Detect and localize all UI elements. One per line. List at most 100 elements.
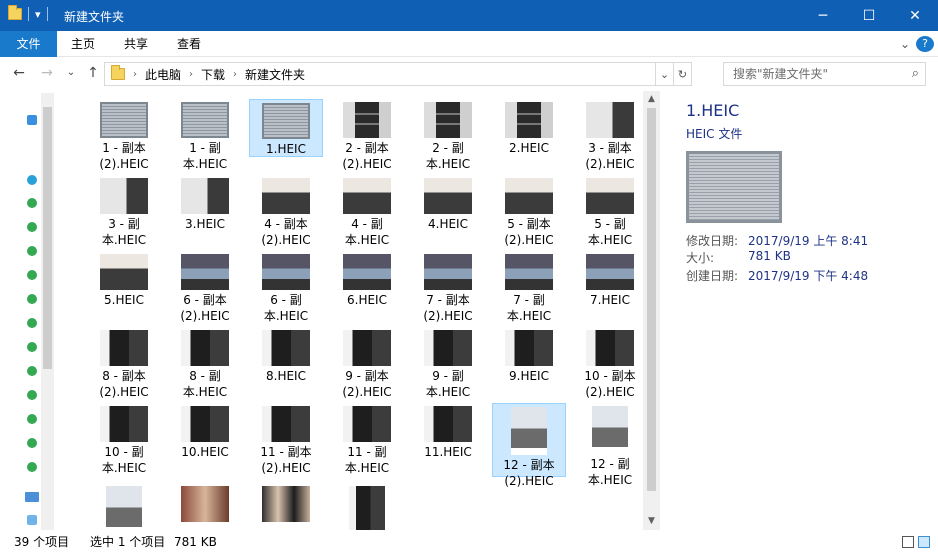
- address-bar[interactable]: › 此电脑 › 下载 › 新建文件夹 ⌄ ↻: [104, 62, 692, 86]
- file-item[interactable]: 5 - 副本 (2).HEIC: [492, 175, 566, 249]
- up-button[interactable]: ↑: [84, 65, 102, 81]
- tab-home[interactable]: 主页: [62, 31, 104, 57]
- file-item[interactable]: 1.HEIC: [249, 99, 323, 157]
- details-pane: 1.HEIC HEIC 文件 修改日期: 2017/9/19 上午 8:41 大…: [676, 91, 938, 530]
- search-input[interactable]: 搜索"新建文件夹" ⌕: [723, 62, 926, 86]
- file-item[interactable]: 8.HEIC: [249, 327, 323, 401]
- customize-toolbar-button[interactable]: ▾: [35, 8, 41, 21]
- back-button[interactable]: ←: [10, 65, 28, 81]
- file-item[interactable]: [249, 483, 323, 530]
- file-thumbnail: [100, 178, 148, 214]
- file-item[interactable]: 5 - 副本.HEIC: [573, 175, 643, 249]
- view-switcher: [902, 536, 930, 548]
- scroll-up-icon[interactable]: ▲: [643, 91, 660, 108]
- file-thumbnail: [181, 254, 229, 290]
- file-grid[interactable]: 1 - 副本 (2).HEIC 1 - 副本.HEIC 1.HEIC 2 - 副本 (…: [75, 91, 643, 530]
- file-item[interactable]: 12 - 副本.HEIC: [573, 403, 643, 487]
- file-thumbnail: [343, 406, 391, 442]
- file-item[interactable]: 1 - 副本.HEIC: [168, 99, 242, 173]
- file-item[interactable]: 1 - 副本 (2).HEIC: [87, 99, 161, 173]
- file-item[interactable]: 4 - 副本 (2).HEIC: [249, 175, 323, 249]
- file-thumbnail: [100, 254, 148, 290]
- preview-file-type: HEIC 文件: [686, 127, 743, 141]
- file-item[interactable]: 7.HEIC: [573, 251, 643, 325]
- file-name-label: 8 - 副本.HEIC: [182, 369, 228, 399]
- ribbon-tabs: 文件 主页 共享 查看 ⌄ ?: [0, 31, 938, 57]
- file-thumbnail: [505, 330, 553, 366]
- file-thumbnail: [424, 406, 472, 442]
- recent-locations-button[interactable]: ⌄: [62, 67, 80, 78]
- file-item[interactable]: 7 - 副本.HEIC: [492, 251, 566, 325]
- file-item[interactable]: [168, 483, 242, 530]
- file-item[interactable]: 10.HEIC: [168, 403, 242, 477]
- file-item[interactable]: 9.HEIC: [492, 327, 566, 401]
- file-item[interactable]: 4 - 副本.HEIC: [330, 175, 404, 249]
- file-item[interactable]: 10 - 副本 (2).HEIC: [573, 327, 643, 401]
- file-item[interactable]: 2.HEIC: [492, 99, 566, 173]
- file-item[interactable]: 3 - 副本 (2).HEIC: [573, 99, 643, 173]
- file-name-label: 3 - 副本.HEIC: [101, 217, 147, 247]
- file-item[interactable]: 12 - 副本 (2).HEIC: [492, 403, 566, 488]
- file-item[interactable]: 11 - 副本.HEIC: [330, 403, 404, 477]
- expand-ribbon-icon[interactable]: ⌄: [896, 31, 914, 57]
- file-thumbnail: [586, 102, 634, 138]
- file-item[interactable]: 3 - 副本.HEIC: [87, 175, 161, 249]
- minimize-button[interactable]: ─: [800, 0, 846, 31]
- drive-icon[interactable]: [27, 515, 37, 525]
- sync-status-icon: [27, 246, 37, 256]
- file-item[interactable]: 9 - 副本 (2).HEIC: [330, 327, 404, 401]
- file-item[interactable]: 6 - 副本.HEIC: [249, 251, 323, 325]
- details-view-icon[interactable]: [902, 536, 914, 548]
- tab-file[interactable]: 文件: [0, 31, 57, 57]
- file-name-label: 1 - 副本 (2).HEIC: [99, 141, 149, 171]
- sync-status-icon: [27, 294, 37, 304]
- file-item[interactable]: 4.HEIC: [411, 175, 485, 249]
- file-name-label: 10 - 副本.HEIC: [101, 445, 147, 475]
- file-thumbnail: [424, 330, 472, 366]
- file-item[interactable]: 6 - 副本 (2).HEIC: [168, 251, 242, 325]
- help-icon[interactable]: ?: [916, 36, 934, 52]
- content-scrollbar[interactable]: ▲ ▼: [643, 91, 660, 530]
- navigation-scrollbar[interactable]: [41, 93, 54, 530]
- file-item[interactable]: 9 - 副本.HEIC: [411, 327, 485, 401]
- status-bar: 39 个项目 选中 1 个项目 781 KB: [0, 530, 938, 554]
- navigation-pane[interactable]: [0, 91, 54, 530]
- file-item[interactable]: 2 - 副本.HEIC: [411, 99, 485, 173]
- file-item[interactable]: 3.HEIC: [168, 175, 242, 249]
- maximize-button[interactable]: ☐: [846, 0, 892, 31]
- file-item[interactable]: [87, 483, 161, 530]
- file-item[interactable]: 6.HEIC: [330, 251, 404, 325]
- file-thumbnail: [181, 178, 229, 214]
- file-name-label: 7.HEIC: [590, 293, 630, 307]
- breadcrumb-new-folder[interactable]: 新建文件夹: [245, 66, 305, 83]
- breadcrumb-this-pc[interactable]: 此电脑: [145, 66, 181, 83]
- close-button[interactable]: ✕: [892, 0, 938, 31]
- onedrive-icon[interactable]: [27, 175, 37, 185]
- file-thumbnail: [106, 486, 142, 530]
- scroll-down-icon[interactable]: ▼: [643, 513, 660, 530]
- sync-status-icon: [27, 342, 37, 352]
- tab-view[interactable]: 查看: [168, 31, 210, 57]
- this-pc-icon[interactable]: [25, 492, 39, 502]
- file-item[interactable]: 2 - 副本 (2).HEIC: [330, 99, 404, 173]
- file-item[interactable]: 11.HEIC: [411, 403, 485, 477]
- file-item[interactable]: [330, 483, 404, 530]
- file-item[interactable]: 10 - 副本.HEIC: [87, 403, 161, 477]
- scrollbar-thumb[interactable]: [647, 108, 656, 491]
- scrollbar-thumb[interactable]: [43, 107, 52, 369]
- tab-share[interactable]: 共享: [115, 31, 157, 57]
- file-thumbnail: [181, 486, 229, 522]
- refresh-button[interactable]: ↻: [673, 63, 691, 85]
- file-item[interactable]: 8 - 副本 (2).HEIC: [87, 327, 161, 401]
- file-item[interactable]: 11 - 副本 (2).HEIC: [249, 403, 323, 477]
- file-item[interactable]: 5.HEIC: [87, 251, 161, 325]
- file-name-label: 5 - 副本 (2).HEIC: [504, 217, 554, 247]
- file-item[interactable]: 7 - 副本 (2).HEIC: [411, 251, 485, 325]
- forward-button[interactable]: →: [38, 65, 56, 81]
- address-dropdown-button[interactable]: ⌄: [655, 63, 673, 85]
- quick-access-star-icon[interactable]: [27, 115, 37, 125]
- large-icons-view-icon[interactable]: [918, 536, 930, 548]
- file-item[interactable]: 8 - 副本.HEIC: [168, 327, 242, 401]
- breadcrumb-downloads[interactable]: 下载: [201, 66, 225, 83]
- file-name-label: 10 - 副本 (2).HEIC: [584, 369, 636, 399]
